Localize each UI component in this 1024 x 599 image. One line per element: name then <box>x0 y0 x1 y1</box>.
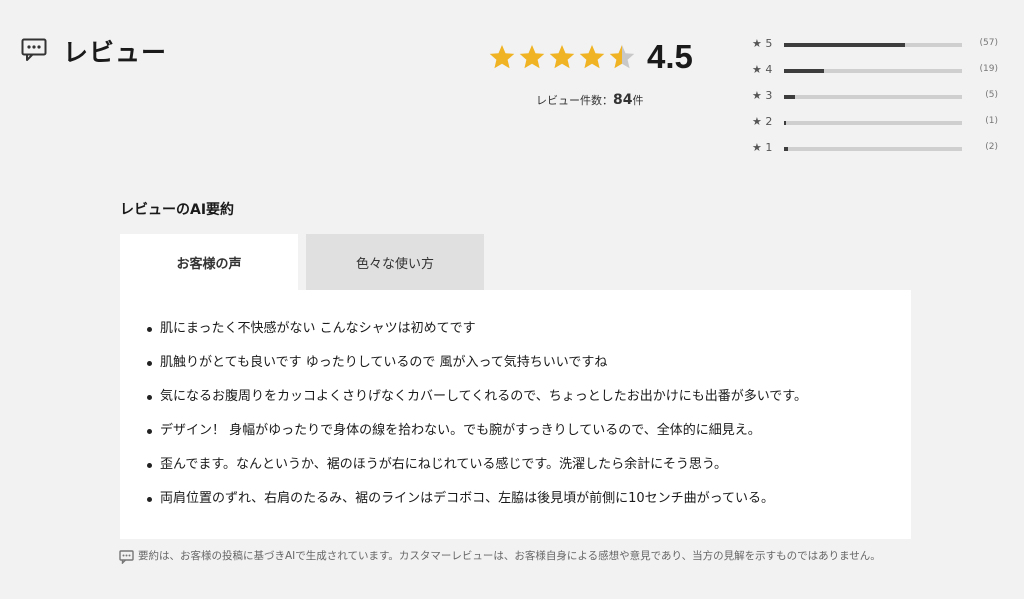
review-count: レビュー件数：84件 <box>536 92 643 108</box>
chat-bubble-icon <box>21 38 47 61</box>
average-rating: 4.5 <box>647 38 693 75</box>
star-icon <box>609 45 635 69</box>
review-count-label: レビュー件数： <box>536 94 613 107</box>
distribution-bar-fill <box>784 43 905 47</box>
rating-stars <box>488 43 636 71</box>
distribution-row[interactable]: ★ 2 (1) <box>752 115 1002 141</box>
summary-item: 気になるお腹周りをカッコよくさりげなくカバーしてくれるので、ちょっとしたお出かけ… <box>147 388 911 422</box>
ai-summary-panel: 肌にまったく不快感がない こんなシャツは初めてです 肌触りがとても良いです ゆっ… <box>120 290 911 539</box>
summary-item: 肌触りがとても良いです ゆったりしているので 風が入って気持ちいいですね <box>147 354 911 388</box>
distribution-count: (1) <box>985 116 998 126</box>
distribution-bar-fill <box>784 95 795 99</box>
distribution-bar-fill <box>784 147 789 151</box>
review-count-value: 84 <box>613 92 633 108</box>
distribution-star-label: ★ 2 <box>752 115 773 128</box>
distribution-star-label: ★ 4 <box>752 63 773 76</box>
distribution-bar <box>784 95 962 99</box>
distribution-count: (19) <box>979 64 998 74</box>
distribution-row[interactable]: ★ 5 (57) <box>752 37 1002 63</box>
ai-summary-tabs: お客様の声 色々な使い方 <box>120 234 484 290</box>
star-icon <box>489 45 515 69</box>
star-icon <box>579 45 605 69</box>
review-count-unit: 件 <box>632 94 644 107</box>
distribution-star-label: ★ 1 <box>752 141 773 154</box>
ai-summary-title: レビューのAI要約 <box>120 202 235 218</box>
summary-item: 歪んでます。なんというか、裾のほうが右にねじれている感じです。洗濯したら余計にそ… <box>147 456 911 490</box>
distribution-count: (2) <box>985 142 998 152</box>
summary-item: 肌にまったく不快感がない こんなシャツは初めてです <box>147 320 911 354</box>
distribution-bar <box>784 43 962 47</box>
distribution-count: (57) <box>979 38 998 48</box>
ai-disclaimer: 要約は、お客様の投稿に基づきAIで生成されています。カスタマーレビューは、お客様… <box>138 550 881 562</box>
distribution-row[interactable]: ★ 1 (2) <box>752 141 1002 167</box>
distribution-bar <box>784 69 962 73</box>
distribution-bar-fill <box>784 69 825 73</box>
tab-customer-voice[interactable]: お客様の声 <box>120 234 298 290</box>
distribution-star-label: ★ 5 <box>752 37 773 50</box>
summary-item: デザイン！ 身幅がゆったりで身体の線を拾わない。でも腕がすっきりしているので、全… <box>147 422 911 456</box>
star-icon <box>549 45 575 69</box>
distribution-row[interactable]: ★ 4 (19) <box>752 63 1002 89</box>
page-title: レビュー <box>63 38 168 67</box>
distribution-bar <box>784 121 962 125</box>
tab-various-uses[interactable]: 色々な使い方 <box>306 234 484 290</box>
distribution-count: (5) <box>985 90 998 100</box>
star-icon <box>519 45 545 69</box>
distribution-bar <box>784 147 962 151</box>
distribution-bar-fill <box>784 121 787 125</box>
rating-distribution: ★ 5 (57) ★ 4 (19) ★ 3 (5) ★ 2 (1) ★ 1 (2) <box>752 37 1002 167</box>
chat-bubble-icon <box>119 550 134 564</box>
distribution-row[interactable]: ★ 3 (5) <box>752 89 1002 115</box>
summary-item: 両肩位置のずれ、右肩のたるみ、裾のラインはデコボコ、左脇は後見頃が前側に10セン… <box>147 490 911 524</box>
distribution-star-label: ★ 3 <box>752 89 773 102</box>
